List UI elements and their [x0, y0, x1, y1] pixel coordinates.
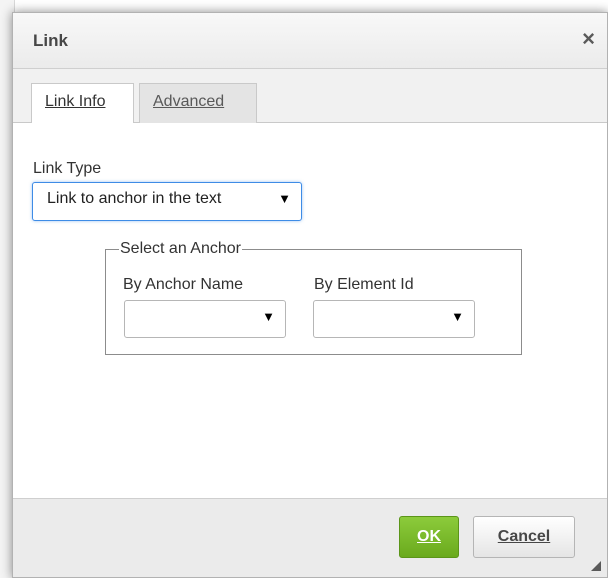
link-type-select[interactable]: Link to anchor in the text ▼ — [32, 182, 302, 221]
tab-advanced[interactable]: Advanced — [139, 83, 257, 123]
by-element-id-label: By Element Id — [314, 276, 414, 293]
by-anchor-name-label: By Anchor Name — [123, 276, 244, 293]
chevron-down-icon: ▼ — [262, 309, 275, 324]
select-anchor-legend: Select an Anchor — [120, 240, 241, 257]
ok-button[interactable]: OK — [399, 516, 459, 558]
tab-link-info[interactable]: Link Info — [31, 83, 134, 124]
tab-bar: Link Info Advanced — [13, 69, 607, 124]
element-id-select[interactable]: ▼ — [313, 300, 475, 338]
link-type-label: Link Type — [33, 160, 102, 177]
resize-grip-icon[interactable] — [591, 561, 601, 571]
link-type-value: Link to anchor in the text — [47, 190, 222, 207]
close-icon[interactable]: × — [582, 28, 595, 50]
anchor-name-select[interactable]: ▼ — [124, 300, 286, 338]
chevron-down-icon: ▼ — [278, 191, 291, 206]
dialog-footer: OK Cancel — [13, 498, 607, 577]
dialog-titlebar[interactable]: Link × — [13, 13, 607, 69]
link-dialog: Link × Link Info Advanced Link Type Link… — [12, 12, 608, 578]
cancel-button[interactable]: Cancel — [473, 516, 575, 558]
chevron-down-icon: ▼ — [451, 309, 464, 324]
dialog-content: Link Type Link to anchor in the text ▼ S… — [13, 123, 607, 500]
dialog-title: Link — [33, 31, 68, 50]
